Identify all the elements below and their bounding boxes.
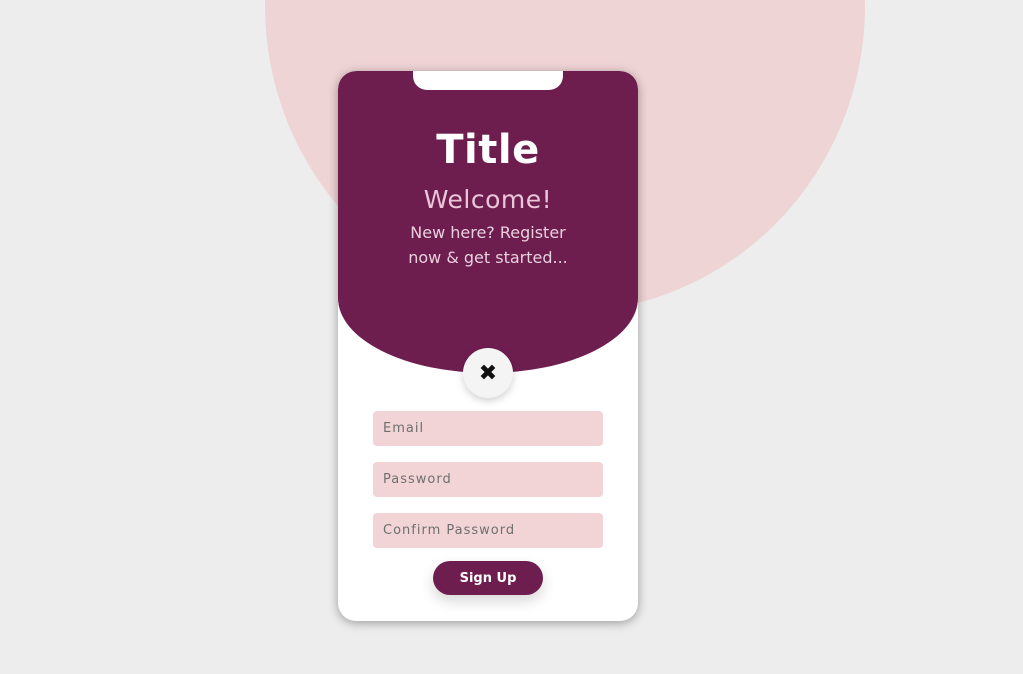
email-field[interactable] <box>373 411 603 446</box>
card-notch <box>413 71 563 90</box>
welcome-subtitle: New here? Register now & get started... <box>408 223 568 267</box>
welcome-heading: Welcome! <box>423 185 553 214</box>
close-icon: ✖ <box>478 360 498 386</box>
close-button[interactable]: ✖ <box>463 348 513 398</box>
signup-card: Title Welcome! New here? Register now & … <box>338 71 638 621</box>
signup-button[interactable]: Sign Up <box>433 561 543 595</box>
confirm-password-field[interactable] <box>373 513 603 548</box>
card-header: Title Welcome! New here? Register now & … <box>338 71 638 373</box>
password-field[interactable] <box>373 462 603 497</box>
page-title: Title <box>436 127 540 173</box>
